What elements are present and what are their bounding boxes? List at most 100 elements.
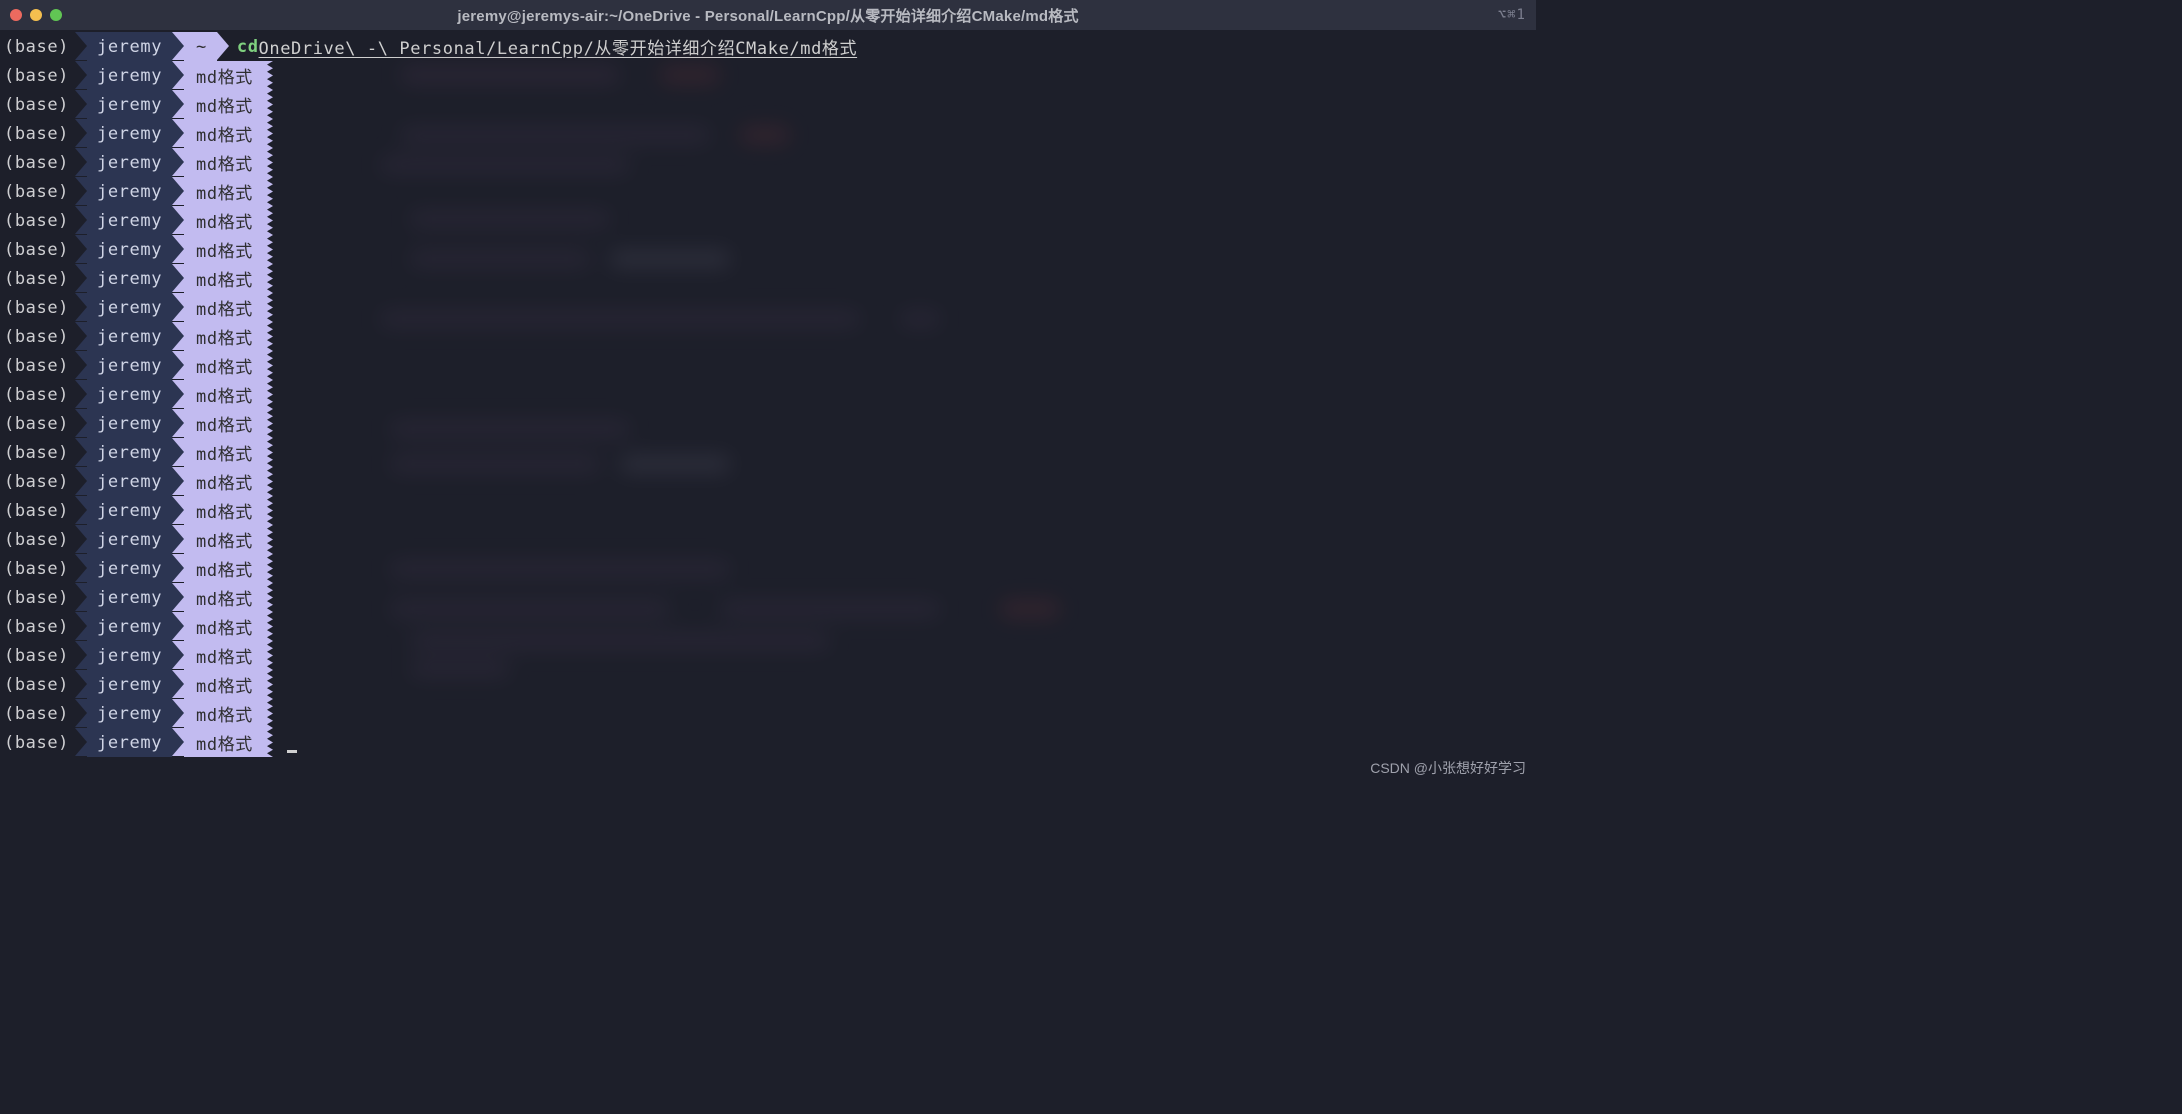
- separator-zigzag-icon: [263, 438, 279, 467]
- prompt-cwd: md格式: [184, 148, 263, 177]
- separator-zigzag-icon: [263, 641, 279, 670]
- prompt-cwd: ~: [184, 32, 217, 61]
- terminal-line: (base)jeremymd格式: [0, 380, 1536, 409]
- prompt-user: jeremy: [87, 554, 172, 583]
- prompt-cwd: md格式: [184, 351, 263, 380]
- tab-indicator: ⌥⌘1: [1498, 7, 1526, 23]
- separator-icon: [172, 641, 184, 669]
- separator-zigzag-icon: [263, 322, 279, 351]
- prompt-env: (base): [0, 699, 75, 728]
- terminal-line: (base)jeremymd格式: [0, 438, 1536, 467]
- separator-zigzag-icon: [263, 148, 279, 177]
- window-title: jeremy@jeremys-air:~/OneDrive - Personal…: [0, 5, 1536, 26]
- terminal-line: (base)jeremy~ cd OneDrive\ -\ Personal/L…: [0, 32, 1536, 61]
- terminal-line: (base) jeremy md格式: [0, 525, 1536, 554]
- separator-icon: [75, 583, 87, 611]
- prompt-env: (base): [0, 264, 75, 293]
- separator-icon: [172, 351, 184, 379]
- terminal-line: (base) jeremy md格式: [0, 467, 1536, 496]
- prompt-cwd: md格式: [184, 496, 263, 525]
- prompt-env: (base): [0, 235, 75, 264]
- minimize-icon[interactable]: [30, 9, 42, 21]
- prompt-user: jeremy: [87, 525, 172, 554]
- close-icon[interactable]: [10, 9, 22, 21]
- terminal-line: (base)jeremymd格式: [0, 90, 1536, 119]
- command-text: cd OneDrive\ -\ Personal/LearnCpp/从零开始详细…: [229, 32, 857, 61]
- prompt-user: jeremy: [87, 380, 172, 409]
- separator-zigzag-icon: [263, 496, 279, 525]
- prompt-cwd: md格式: [184, 293, 263, 322]
- separator-icon: [172, 32, 184, 60]
- separator-zigzag-icon: [263, 583, 279, 612]
- prompt-env: (base): [0, 90, 75, 119]
- separator-icon: [75, 119, 87, 147]
- terminal-line: (base)jeremymd格式: [0, 699, 1536, 728]
- separator-icon: [75, 61, 87, 89]
- terminal-line: (base)jeremymd格式: [0, 235, 1536, 264]
- separator-zigzag-icon: [263, 525, 279, 554]
- separator-icon: [172, 206, 184, 234]
- terminal-line: (base)jeremymd格式: [0, 554, 1536, 583]
- separator-zigzag-icon: [263, 380, 279, 409]
- separator-zigzag-icon: [263, 670, 279, 699]
- prompt-env: (base): [0, 554, 75, 583]
- prompt-env: (base): [0, 438, 75, 467]
- separator-icon: [75, 90, 87, 118]
- prompt-cwd: md格式: [184, 322, 263, 351]
- prompt-env: (base): [0, 409, 75, 438]
- prompt-user: jeremy: [87, 148, 172, 177]
- terminal-line: (base) jeremy md格式: [0, 148, 1536, 177]
- prompt-user: jeremy: [87, 235, 172, 264]
- separator-zigzag-icon: [263, 409, 279, 438]
- separator-icon: [75, 177, 87, 205]
- titlebar: jeremy@jeremys-air:~/OneDrive - Personal…: [0, 0, 1536, 30]
- separator-icon: [172, 699, 184, 727]
- prompt-env: (base): [0, 322, 75, 351]
- separator-zigzag-icon: [263, 177, 279, 206]
- prompt-user: jeremy: [87, 728, 172, 757]
- prompt-env: (base): [0, 525, 75, 554]
- prompt-cwd: md格式: [184, 525, 263, 554]
- prompt-user: jeremy: [87, 32, 172, 61]
- terminal-line: (base)jeremymd格式: [0, 61, 1536, 90]
- prompt-user: jeremy: [87, 583, 172, 612]
- terminal-line: (base)jeremymd格式: [0, 728, 1536, 757]
- terminal-content[interactable]: (base) jeremy ~ cd OneDrive\ -\ Personal/L…: [0, 30, 1536, 757]
- terminal-line: (base)jeremymd格式: [0, 409, 1536, 438]
- prompt-env: (base): [0, 467, 75, 496]
- separator-icon: [75, 554, 87, 582]
- prompt-user: jeremy: [87, 61, 172, 90]
- cursor: [287, 750, 297, 753]
- prompt-user: jeremy: [87, 351, 172, 380]
- separator-icon: [172, 670, 184, 698]
- prompt-cwd: md格式: [184, 467, 263, 496]
- separator-icon: [75, 641, 87, 669]
- prompt-user: jeremy: [87, 206, 172, 235]
- separator-icon: [172, 148, 184, 176]
- terminal-line: (base)jeremymd格式: [0, 670, 1536, 699]
- separator-icon: [75, 525, 87, 553]
- separator-icon: [172, 583, 184, 611]
- separator-zigzag-icon: [263, 293, 279, 322]
- prompt-cwd: md格式: [184, 699, 263, 728]
- prompt-env: (base): [0, 148, 75, 177]
- separator-zigzag-icon: [263, 699, 279, 728]
- prompt-cwd: md格式: [184, 90, 263, 119]
- prompt-user: jeremy: [87, 612, 172, 641]
- separator-icon: [172, 235, 184, 263]
- zoom-icon[interactable]: [50, 9, 62, 21]
- prompt-user: jeremy: [87, 293, 172, 322]
- separator-icon: [75, 670, 87, 698]
- separator-icon: [172, 177, 184, 205]
- prompt-env: (base): [0, 670, 75, 699]
- terminal-line: (base)jeremymd格式: [0, 322, 1536, 351]
- prompt-cwd: md格式: [184, 380, 263, 409]
- prompt-user: jeremy: [87, 409, 172, 438]
- prompt-user: jeremy: [87, 467, 172, 496]
- separator-icon: [75, 235, 87, 263]
- prompt-user: jeremy: [87, 438, 172, 467]
- prompt-user: jeremy: [87, 641, 172, 670]
- prompt-env: (base): [0, 177, 75, 206]
- prompt-cwd: md格式: [184, 583, 263, 612]
- prompt-env: (base): [0, 641, 75, 670]
